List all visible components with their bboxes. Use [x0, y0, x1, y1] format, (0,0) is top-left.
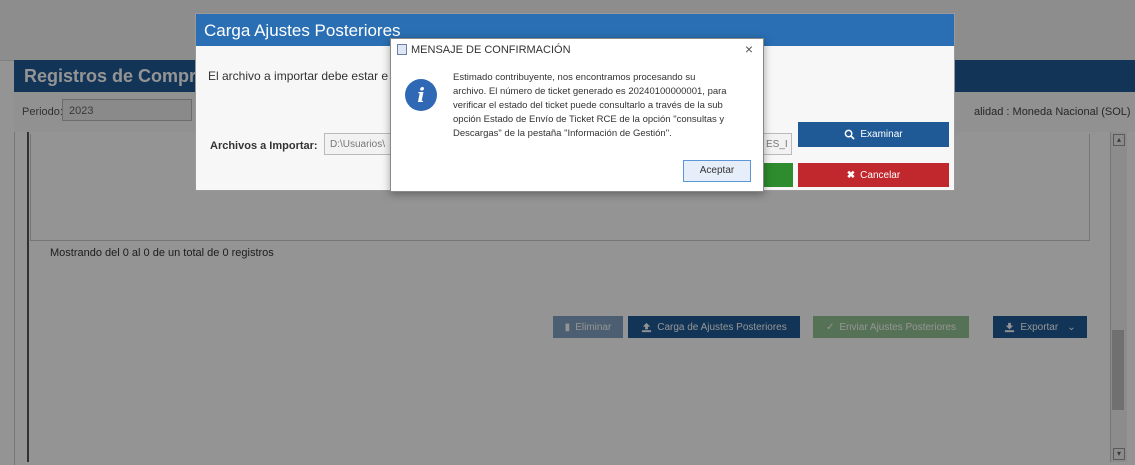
accept-button[interactable]: Aceptar — [683, 160, 751, 182]
confirm-titlebar: MENSAJE DE CONFIRMACIÓN × — [391, 39, 763, 61]
x-icon: ✖ — [846, 169, 856, 181]
info-icon: i — [405, 79, 437, 111]
archivos-label: Archivos a Importar: — [210, 140, 318, 152]
message-line: verificar el estado del ticket puede con… — [453, 100, 723, 111]
confirmar-carga-button[interactable] — [762, 163, 793, 187]
search-icon — [845, 129, 856, 140]
message-line: opción Estado de Envío de Ticket RCE de … — [453, 114, 725, 125]
cancelar-button[interactable]: ✖ Cancelar — [798, 163, 949, 187]
message-line: Estimado contribuyente, nos encontramos … — [453, 72, 696, 83]
examinar-label: Examinar — [860, 129, 903, 140]
carga-dialog-title: Carga Ajustes Posteriores — [204, 21, 401, 40]
carga-dialog-message: El archivo a importar debe estar e — [208, 69, 389, 83]
close-icon[interactable]: × — [741, 40, 757, 58]
file-path-input[interactable]: D:\Usuarios\ — [324, 133, 394, 155]
confirm-title: MENSAJE DE CONFIRMACIÓN — [411, 44, 571, 56]
file-path-input-end[interactable]: ES_I — [762, 133, 792, 155]
app-icon — [397, 44, 407, 55]
confirm-dialog: MENSAJE DE CONFIRMACIÓN × i Estimado con… — [390, 38, 764, 192]
message-line: archivo. El número de ticket generado es… — [453, 86, 727, 97]
examinar-button[interactable]: Examinar — [798, 122, 949, 147]
cancelar-label: Cancelar — [860, 169, 901, 181]
message-line: Descargas" de la pestaña "Información de… — [453, 128, 672, 139]
confirm-message: Estimado contribuyente, nos encontramos … — [453, 71, 753, 141]
